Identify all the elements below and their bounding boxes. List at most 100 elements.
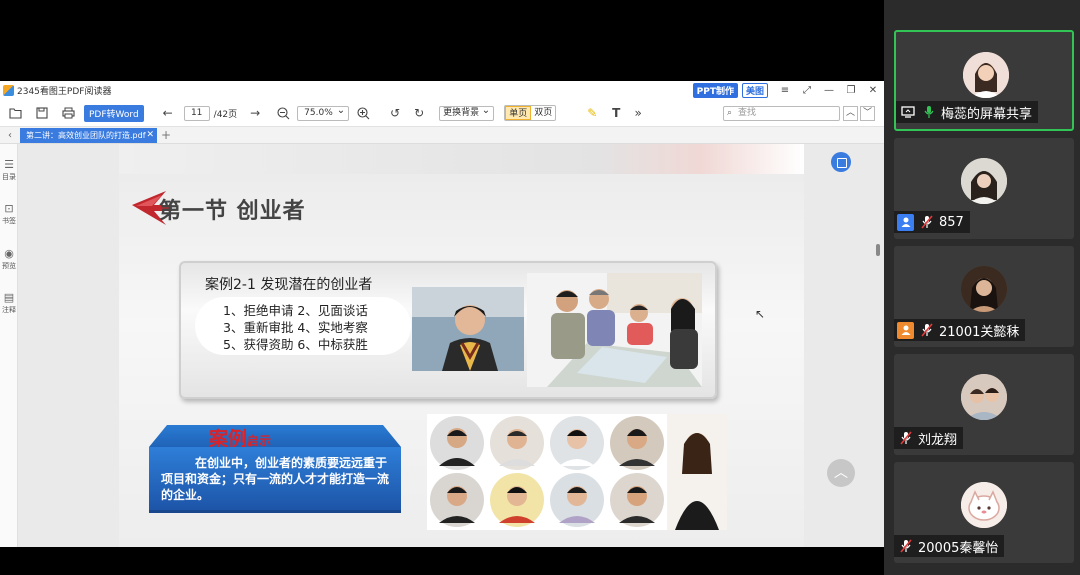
search-icon: ⌕ [727, 108, 733, 118]
highlighter-icon[interactable]: ✎ [582, 103, 602, 123]
avatar [961, 158, 1007, 204]
insight-head-sub: 启示 [247, 434, 272, 448]
portrait-5 [430, 473, 484, 527]
app-logo-icon [3, 85, 14, 96]
participant-tile[interactable]: 刘龙翔 [894, 354, 1074, 455]
zoom-in-icon[interactable] [353, 103, 373, 123]
participant-name: 857 [939, 214, 964, 230]
prev-page-icon[interactable]: ← [158, 103, 178, 123]
sidebar-item-toc[interactable]: ☰ 目录 [0, 158, 18, 182]
title-bar: 2345看图王PDF阅读器 PPT制作 美图 ≡ ⤢ — ❐ ✕ [0, 81, 884, 100]
participant-name-bar: 刘龙翔 [894, 427, 964, 449]
microphone-muted-icon [918, 214, 935, 231]
portrait-3 [550, 416, 604, 470]
new-tab-button[interactable]: + [157, 128, 175, 142]
next-page-icon[interactable]: → [245, 103, 265, 123]
close-tab-icon[interactable]: ✕ [146, 128, 154, 143]
meitu-button[interactable]: 美图 [741, 83, 768, 98]
vertical-scrollbar[interactable] [876, 244, 880, 256]
search-prev-button[interactable]: ︿ [843, 106, 858, 121]
document-page-area[interactable]: 第一节 创业者 案例2-1 发现潜在的创业者 1、拒绝申请 2、见面谈话 3、重… [18, 144, 884, 547]
participant-tile[interactable]: 21001关懿秣 [894, 246, 1074, 347]
microphone-muted-icon [918, 322, 935, 339]
print-icon[interactable] [58, 103, 78, 123]
sidebar-label: 注释 [2, 306, 16, 314]
float-tool-icon[interactable] [831, 152, 851, 172]
open-folder-icon[interactable] [6, 103, 26, 123]
background-select[interactable]: 更换背景 [439, 104, 495, 121]
participant-tile[interactable]: 857 [894, 138, 1074, 239]
avatar [963, 52, 1009, 98]
window-title: 2345看图王PDF阅读器 [17, 87, 112, 97]
save-icon[interactable] [32, 103, 52, 123]
avatar [961, 266, 1007, 312]
comment-icon: ▤ [3, 291, 15, 304]
slide-top-band [119, 144, 804, 174]
rotate-right-icon[interactable]: ↻ [409, 103, 429, 123]
participant-name-bar: 梅蕊的屏幕共享 [896, 101, 1039, 123]
case-step-line: 3、重新审批 4、实地考察 [223, 320, 368, 335]
participants-panel: 梅蕊的屏幕共享 857 21001关懿秣 刘龙翔 20005秦馨怡 [884, 0, 1080, 575]
participant-name-bar: 21001关懿秣 [894, 319, 1026, 341]
case-step-line: 5、获得资助 6、中标获胜 [223, 337, 368, 352]
portrait-4 [610, 416, 664, 470]
more-tools-icon[interactable]: » [628, 103, 648, 123]
search-input[interactable]: ⌕ 查找 [723, 106, 840, 121]
mouse-cursor-icon: ↖ [755, 307, 766, 321]
participant-name: 刘龙翔 [918, 432, 958, 448]
single-page-button[interactable]: 单页 [505, 106, 532, 120]
participant-name-bar: 857 [894, 211, 970, 233]
left-sidebar: ☰ 目录 ⊡ 书签 ◉ 预览 ▤ 注释 [0, 144, 18, 547]
participant-name: 21001关懿秣 [939, 324, 1020, 340]
insight-tab-shape [149, 425, 401, 447]
portrait-1 [430, 416, 484, 470]
scroll-to-top-button[interactable]: ︿ [827, 459, 855, 487]
tab-label: 第二讲：高效创业团队的打造.pdf [26, 130, 146, 140]
tab-document[interactable]: 第二讲：高效创业团队的打造.pdf ✕ [20, 127, 157, 143]
tab-bar: ‹ 第二讲：高效创业团队的打造.pdf ✕ + [0, 127, 884, 144]
eye-icon: ◉ [4, 247, 14, 260]
minimize-button[interactable]: — [818, 85, 840, 96]
participant-tile[interactable]: 梅蕊的屏幕共享 [894, 30, 1074, 131]
avatar [961, 374, 1007, 420]
search-placeholder: 查找 [738, 108, 757, 118]
sidebar-item-preview[interactable]: ◉ 预览 [0, 247, 18, 271]
avatar [961, 482, 1007, 528]
sidebar-label: 书签 [2, 217, 16, 225]
sidebar-item-bookmark[interactable]: ⊡ 书签 [0, 202, 18, 226]
pdf-to-word-button[interactable]: PDF转Word [84, 104, 144, 122]
case-steps: 1、拒绝申请 2、见面谈话 3、重新审批 4、实地考察 5、获得资助 6、中标获… [195, 297, 411, 355]
participant-name: 20005秦馨怡 [918, 540, 999, 556]
case-panel: 案例2-1 发现潜在的创业者 1、拒绝申请 2、见面谈话 3、重新审批 4、实地… [179, 261, 717, 399]
sidebar-item-annotation[interactable]: ▤ 注释 [0, 291, 18, 315]
case-title: 案例2-1 发现潜在的创业者 [205, 277, 373, 293]
restore-button[interactable]: ❐ [840, 85, 862, 96]
expand-icon[interactable]: ⤢ [796, 85, 818, 96]
close-button[interactable]: ✕ [862, 85, 884, 96]
participant-name: 梅蕊的屏幕共享 [941, 106, 1033, 122]
microphone-muted-icon [897, 538, 914, 555]
rotate-left-icon[interactable]: ↺ [385, 103, 405, 123]
title-bar-right: PPT制作 美图 ≡ ⤢ — ❐ ✕ [692, 81, 884, 100]
portrait-6 [490, 473, 544, 527]
double-page-button[interactable]: 双页 [531, 106, 555, 120]
participant-tile[interactable]: 20005秦馨怡 [894, 462, 1074, 563]
sidebar-label: 目录 [2, 173, 16, 181]
bookmark-icon: ⊡ [4, 202, 14, 215]
insight-box: 在创业中，创业者的素质要远远重于项目和资金；只有一流的人才才能打造一流的企业。 [149, 447, 401, 513]
search-next-button[interactable]: ﹀ [860, 106, 875, 121]
screen-share-stage: 2345看图王PDF阅读器 PPT制作 美图 ≡ ⤢ — ❐ ✕ PDF转Wor… [0, 0, 884, 575]
zoom-select[interactable]: 75.0% [297, 104, 350, 121]
page-total: /42页 [213, 109, 238, 120]
menu-icon[interactable]: ≡ [774, 85, 796, 96]
text-tool-icon[interactable]: T [606, 103, 626, 123]
insight-text: 在创业中，创业者的素质要远远重于项目和资金；只有一流的人才才能打造一流的企业。 [161, 456, 390, 502]
portrait-7 [550, 473, 604, 527]
chevron-left-icon[interactable]: ‹ [0, 130, 20, 141]
page-number-input[interactable]: 11 [183, 105, 210, 121]
sidebar-label: 预览 [2, 262, 16, 270]
pdf-reader-window: 2345看图王PDF阅读器 PPT制作 美图 ≡ ⤢ — ❐ ✕ PDF转Wor… [0, 81, 884, 547]
zoom-out-icon[interactable] [273, 103, 293, 123]
ppt-make-button[interactable]: PPT制作 [692, 83, 738, 98]
screen-share-icon [899, 104, 916, 121]
